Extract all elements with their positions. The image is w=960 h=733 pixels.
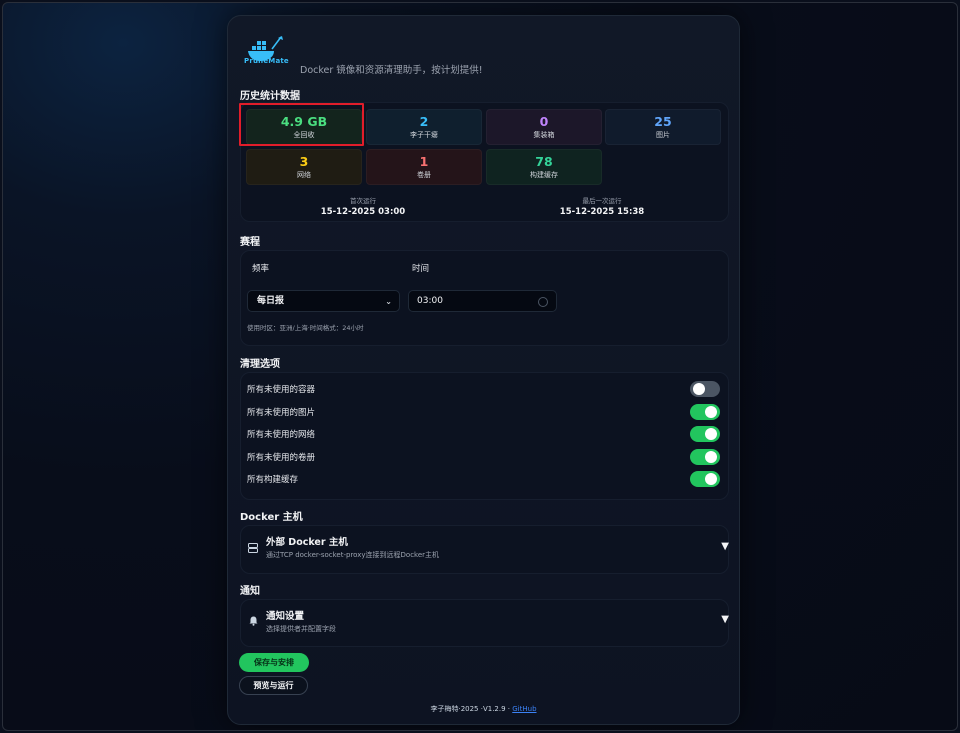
last-run: 最后一次运行 15-12-2025 15:38 — [527, 195, 677, 217]
toggle-knob — [705, 428, 717, 440]
highlight-box — [239, 103, 364, 146]
expand-arrow-icon[interactable]: ▼ — [721, 541, 729, 552]
toggle-knob — [693, 383, 705, 395]
option-label: 所有未使用的网络 — [247, 430, 316, 440]
stat-value: 1 — [419, 154, 429, 169]
stat-label: 李子干瘪 — [410, 131, 438, 139]
stat-label: 卷册 — [417, 171, 431, 179]
toggle-build-cache[interactable] — [690, 471, 720, 487]
notifications-title: 通知 — [240, 586, 260, 597]
stat-label: 集装箱 — [533, 131, 555, 139]
time-input[interactable]: 03:00 — [408, 290, 557, 312]
app-subtitle: Docker 镜像和资源清理助手，按计划提供! — [300, 65, 483, 76]
stat-volumes: 1 卷册 — [366, 149, 482, 185]
stat-build-cache: 78 构建缓存 — [486, 149, 602, 185]
toggle-containers[interactable] — [690, 381, 720, 397]
toggle-knob — [705, 473, 717, 485]
notifications-accordion[interactable] — [240, 599, 729, 647]
stat-images: 25 图片 — [605, 109, 721, 145]
footer: 李子梅特·2025 ·V1.2.9 · GitHub — [228, 704, 739, 714]
frequency-select[interactable]: 每日报 ⌄ — [247, 290, 400, 312]
toggle-images[interactable] — [690, 404, 720, 420]
first-run-value: 15-12-2025 03:00 — [320, 207, 406, 217]
stat-value: 0 — [539, 114, 549, 129]
save-schedule-button[interactable]: 保存与安排 — [239, 653, 309, 672]
docker-host-title: Docker 主机 — [240, 512, 303, 523]
stats-title: 历史统计数据 — [240, 91, 300, 102]
chevron-down-icon: ⌄ — [385, 297, 392, 306]
expand-arrow-icon[interactable]: ▼ — [721, 614, 729, 625]
main-card: PruneMate Docker 镜像和资源清理助手，按计划提供! 历史统计数据… — [227, 15, 740, 725]
clock-icon — [538, 297, 548, 307]
stat-value: 2 — [419, 114, 429, 129]
last-run-label: 最后一次运行 — [582, 197, 622, 205]
stat-containers: 0 集装箱 — [486, 109, 602, 145]
docker-host-panel-sub: 通过TCP docker-socket-proxy连接到远程Docker主机 — [266, 551, 440, 559]
time-label: 时间 — [412, 264, 430, 274]
stat-prune-runs: 2 李子干瘪 — [366, 109, 482, 145]
docker-host-panel-title: 外部 Docker 主机 — [266, 537, 348, 548]
frequency-value: 每日报 — [257, 296, 285, 306]
toggle-knob — [705, 451, 717, 463]
cleanup-option-images: 所有未使用的图片 — [247, 404, 720, 420]
toggle-volumes[interactable] — [690, 449, 720, 465]
schedule-title: 赛程 — [240, 237, 260, 248]
bell-icon — [249, 616, 258, 626]
stat-value: 25 — [654, 114, 672, 129]
cleanup-option-build-cache: 所有构建缓存 — [247, 471, 720, 487]
notifications-panel-title: 通知设置 — [266, 611, 305, 622]
stat-value: 78 — [535, 154, 553, 169]
time-value: 03:00 — [417, 296, 443, 306]
first-run-label: 首次运行 — [350, 197, 376, 205]
toggle-knob — [705, 406, 717, 418]
server-icon — [248, 543, 258, 553]
option-label: 所有未使用的卷册 — [247, 453, 316, 463]
app-window: PruneMate Docker 镜像和资源清理助手，按计划提供! 历史统计数据… — [2, 2, 958, 731]
last-run-value: 15-12-2025 15:38 — [559, 207, 645, 217]
toggle-networks[interactable] — [690, 426, 720, 442]
cleanup-option-networks: 所有未使用的网络 — [247, 426, 720, 442]
stat-networks: 3 网络 — [246, 149, 362, 185]
timezone-note: 使用时区：亚洲/上海·时间格式：24小时 — [247, 324, 364, 332]
frequency-label: 频率 — [252, 264, 270, 274]
option-label: 所有未使用的图片 — [247, 408, 316, 418]
logo-text: PruneMate — [244, 57, 289, 65]
stat-label: 图片 — [656, 131, 670, 139]
stat-value: 3 — [299, 154, 309, 169]
preview-run-button[interactable]: 预览与运行 — [239, 676, 308, 695]
footer-text: 李子梅特·2025 ·V1.2.9 · — [430, 705, 511, 713]
cleanup-option-volumes: 所有未使用的卷册 — [247, 449, 720, 465]
stat-label: 构建缓存 — [530, 171, 558, 179]
option-label: 所有构建缓存 — [247, 475, 299, 485]
notifications-panel-sub: 选择提供者并配置字段 — [266, 625, 336, 633]
stat-label: 网络 — [297, 171, 311, 179]
first-run: 首次运行 15-12-2025 03:00 — [288, 195, 438, 217]
github-link[interactable]: GitHub — [512, 705, 536, 713]
cleanup-option-containers: 所有未使用的容器 — [247, 381, 720, 397]
option-label: 所有未使用的容器 — [247, 385, 316, 395]
cleanup-title: 清理选项 — [240, 359, 280, 370]
